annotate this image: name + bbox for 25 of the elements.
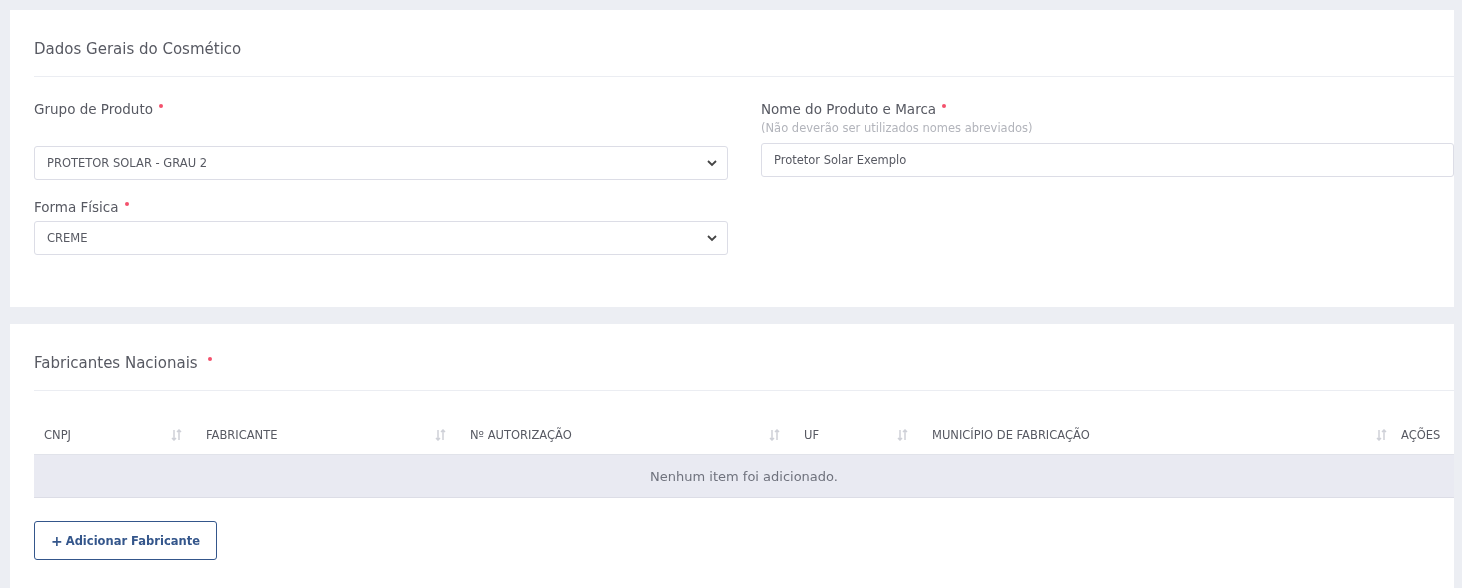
input-field[interactable]: Protetor Solar Exemplo [761, 143, 1454, 177]
select-field[interactable]: CREME [34, 221, 728, 255]
card-title: Dados Gerais do Cosmético [34, 40, 242, 58]
field-hint: (Não deverão ser utilizados nomes abreviados) [761, 121, 1034, 137]
caret-icon [707, 234, 717, 242]
empty-table-message: Nenhum item foi adicionado. [34, 455, 1454, 498]
column-header[interactable]: Nº AUTORIZAÇÃO [470, 428, 572, 442]
select-field[interactable]: PROTETOR SOLAR - GRAU 2 [34, 146, 728, 180]
sort-icon[interactable] [897, 429, 908, 441]
field-label: Grupo de Produto [34, 101, 153, 117]
sort-icon[interactable] [435, 429, 446, 441]
sort-icon[interactable] [769, 429, 780, 441]
column-header[interactable]: CNPJ [44, 428, 71, 442]
sort-icon[interactable] [171, 429, 182, 441]
sort-icon[interactable] [1376, 429, 1387, 441]
column-header[interactable]: UF [804, 428, 820, 442]
plus-icon: + [51, 532, 63, 549]
caret-icon [707, 159, 717, 167]
field-label: Forma Física [34, 199, 119, 215]
column-header[interactable]: MUNICÍPIO DE FABRICAÇÃO [932, 428, 1090, 442]
column-header[interactable]: AÇÕES [1401, 428, 1441, 442]
column-header[interactable]: FABRICANTE [206, 428, 278, 442]
field-label: Nome do Produto e Marca [761, 101, 937, 117]
card-title: Fabricantes Nacionais [34, 354, 198, 372]
add-manufacturer-button[interactable]: + Adicionar Fabricante [34, 521, 217, 560]
